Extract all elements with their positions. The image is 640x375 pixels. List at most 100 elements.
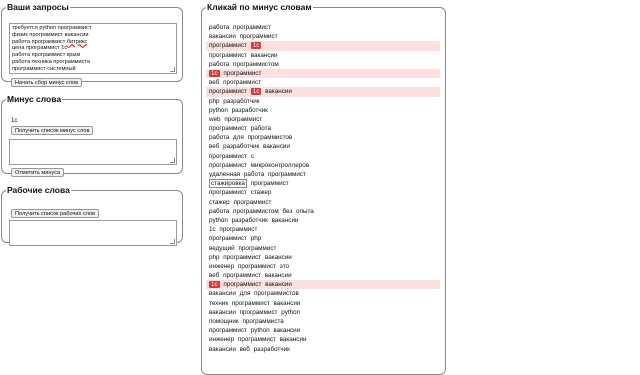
result-word[interactable]: программист xyxy=(223,272,261,279)
result-word[interactable]: вакансии xyxy=(265,281,292,288)
result-word[interactable]: помощник xyxy=(209,318,239,325)
result-word[interactable]: для xyxy=(240,290,251,297)
result-word[interactable]: python xyxy=(209,217,228,224)
result-word[interactable]: программист xyxy=(240,33,278,40)
result-word[interactable]: удаленная xyxy=(209,171,240,178)
result-word[interactable]: без xyxy=(282,208,292,215)
result-word[interactable]: работа xyxy=(251,125,271,132)
result-word[interactable]: работа xyxy=(209,24,229,31)
result-word[interactable]: вакансии xyxy=(274,300,301,307)
result-word[interactable]: веб xyxy=(209,79,219,86)
result-word[interactable]: программист xyxy=(209,162,247,169)
result-word[interactable]: вакансии xyxy=(209,33,236,40)
result-word[interactable]: программист xyxy=(209,327,247,334)
result-word[interactable]: работа xyxy=(209,208,229,215)
result-word[interactable]: работа xyxy=(209,61,229,68)
minus-word-tag[interactable]: 1с xyxy=(250,42,262,50)
minus-word-tag[interactable]: 1с xyxy=(209,281,220,289)
result-word[interactable]: вакансии xyxy=(209,290,236,297)
result-word[interactable]: программист xyxy=(223,79,261,86)
result-word[interactable]: разработчик xyxy=(254,346,290,353)
result-word[interactable]: веб xyxy=(240,346,250,353)
start-collect-button[interactable]: Начать сбор минус слов xyxy=(11,78,83,87)
result-word[interactable]: программист xyxy=(224,116,262,123)
result-word[interactable]: веб xyxy=(209,272,219,279)
result-word[interactable]: опыта xyxy=(296,208,314,215)
result-word[interactable]: инженер xyxy=(209,263,234,270)
result-word[interactable]: программист xyxy=(223,70,261,77)
result-word[interactable]: программист xyxy=(209,125,247,132)
result-word[interactable]: программист xyxy=(232,300,270,307)
result-word[interactable]: вакансии xyxy=(273,327,300,334)
result-word[interactable]: программист xyxy=(238,263,276,270)
result-word[interactable]: инженер xyxy=(209,336,234,343)
result-word[interactable]: программист xyxy=(233,24,271,31)
result-word[interactable]: 1с xyxy=(209,226,216,233)
result-word[interactable]: программиста xyxy=(242,318,283,325)
result-word[interactable]: стажер xyxy=(209,199,230,206)
result-word[interactable]: программист xyxy=(209,52,247,59)
result-word[interactable]: разработчик xyxy=(223,143,259,150)
result-word[interactable]: python xyxy=(281,309,300,316)
result-word[interactable]: программистом xyxy=(233,208,279,215)
result-word[interactable]: программист xyxy=(209,235,247,242)
result-word[interactable]: программистов xyxy=(254,290,299,297)
resize-grip-icon[interactable] xyxy=(170,158,175,163)
result-word[interactable]: работа xyxy=(244,171,264,178)
result-word[interactable]: вакансии xyxy=(209,309,236,316)
result-word[interactable]: программист xyxy=(233,199,271,206)
result-word[interactable]: программист xyxy=(238,336,276,343)
result-word[interactable]: работа xyxy=(209,134,229,141)
result-word[interactable]: техник xyxy=(209,300,228,307)
result-word[interactable]: разработчик xyxy=(232,107,268,114)
result-word[interactable]: программист xyxy=(240,309,278,316)
result-word[interactable]: вакансии xyxy=(209,346,236,353)
result-word[interactable]: вакансии xyxy=(280,336,307,343)
result-word[interactable]: php xyxy=(209,254,220,261)
result-word[interactable]: стажировка xyxy=(209,179,247,189)
result-word[interactable]: программистов xyxy=(248,134,293,141)
result-word[interactable]: python xyxy=(251,327,270,334)
result-word[interactable]: программист xyxy=(251,180,289,187)
result-word[interactable]: программист xyxy=(209,153,247,160)
queries-textarea[interactable]: требуется python программист физик програ… xyxy=(9,23,177,74)
result-word[interactable]: программист xyxy=(223,281,261,288)
result-word[interactable]: программист xyxy=(209,42,247,49)
result-word[interactable]: вакансии xyxy=(265,254,292,261)
result-word[interactable]: разработчик xyxy=(232,217,268,224)
result-word[interactable]: программист xyxy=(219,226,257,233)
get-working-list-button[interactable]: Получить список рабочих слов xyxy=(11,209,100,218)
result-word[interactable]: стажер xyxy=(251,189,272,196)
result-word[interactable]: вакансии xyxy=(265,272,292,279)
result-word[interactable]: с xyxy=(251,153,254,160)
working-textarea[interactable] xyxy=(9,220,177,246)
minus-word-tag[interactable]: 1с xyxy=(250,88,262,96)
result-word[interactable]: программистом xyxy=(233,61,279,68)
result-word[interactable]: вакансии xyxy=(265,88,292,95)
result-word[interactable]: python xyxy=(209,107,228,114)
minus-word-tag[interactable]: 1с xyxy=(209,69,220,77)
result-word[interactable]: ведущий xyxy=(209,245,235,252)
result-word[interactable]: вакансии xyxy=(272,217,299,224)
result-word[interactable]: вакансии xyxy=(263,143,290,150)
mark-minus-button[interactable]: Отметить минуса xyxy=(11,168,65,177)
result-word[interactable]: вакансии xyxy=(251,52,278,59)
result-word[interactable]: php xyxy=(251,235,262,242)
result-word[interactable]: микроконтроллеров xyxy=(251,162,309,169)
result-word[interactable]: веб xyxy=(209,143,219,150)
result-word[interactable]: программист xyxy=(209,189,247,196)
result-word[interactable]: web xyxy=(209,116,221,123)
result-word[interactable]: программист xyxy=(238,245,276,252)
minus-word-input[interactable]: 1с xyxy=(11,117,171,126)
result-word[interactable]: php xyxy=(209,98,220,105)
result-word[interactable]: программист xyxy=(209,88,247,95)
result-word[interactable]: разработчик xyxy=(223,98,259,105)
minus-textarea[interactable] xyxy=(9,139,177,165)
resize-grip-icon[interactable] xyxy=(170,239,175,244)
result-word[interactable]: программист xyxy=(223,254,261,261)
result-word[interactable]: это xyxy=(280,263,289,270)
result-word[interactable]: программист xyxy=(268,171,306,178)
get-minus-list-button[interactable]: Получить список минус слов xyxy=(11,126,94,135)
result-word[interactable]: для xyxy=(233,134,244,141)
resize-grip-icon[interactable] xyxy=(170,67,175,72)
